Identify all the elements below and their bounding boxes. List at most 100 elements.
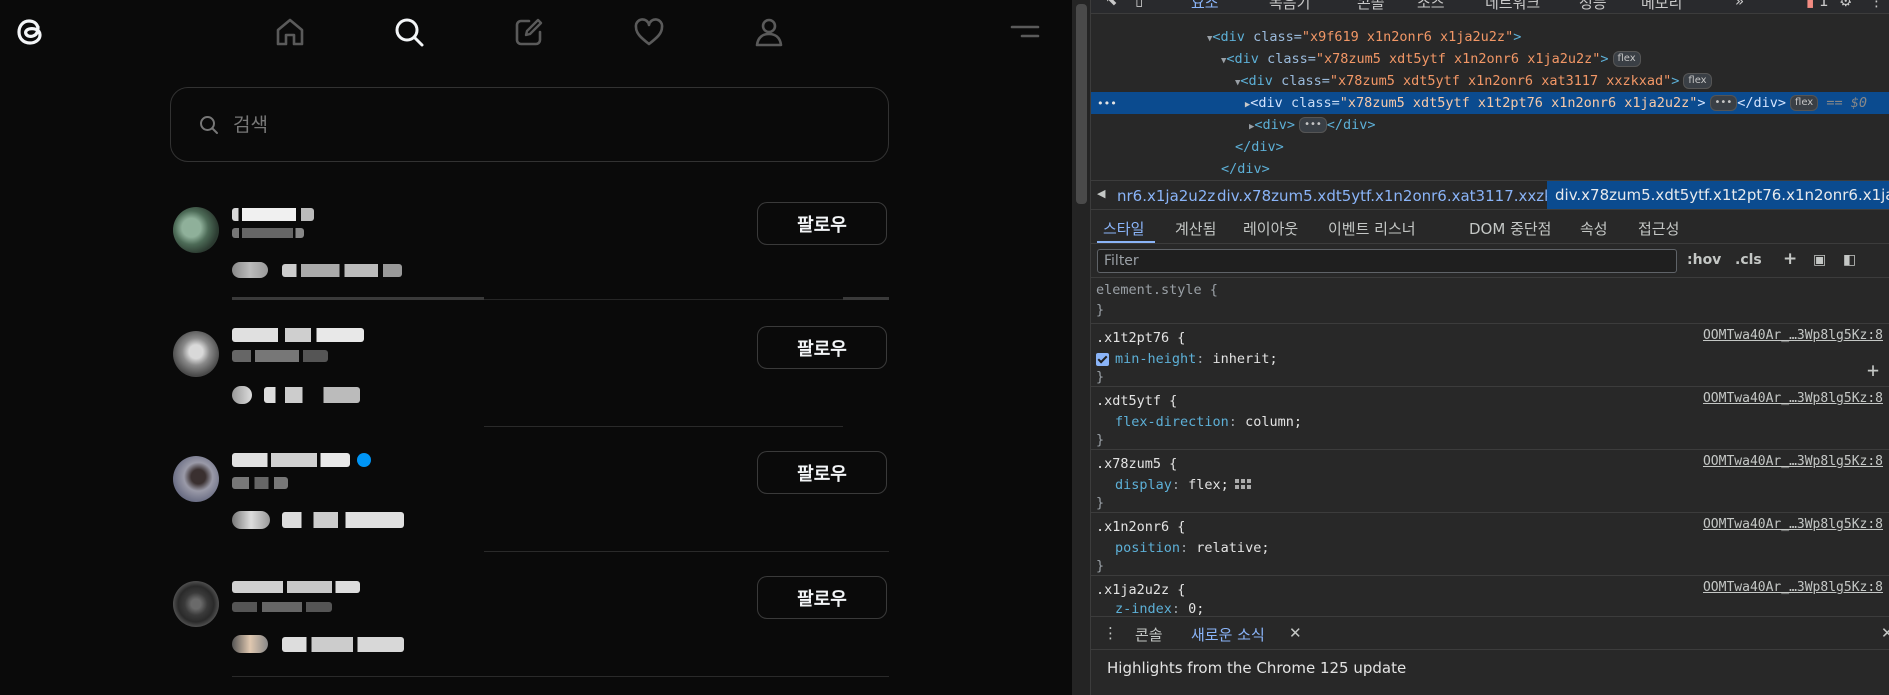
- styles-filter-input[interactable]: [1097, 249, 1677, 273]
- follow-button[interactable]: 팔로우: [757, 326, 887, 369]
- flex-badge[interactable]: flex: [1683, 73, 1712, 89]
- new-style-rule-icon[interactable]: +: [1783, 249, 1797, 269]
- style-rule[interactable]: .x1n2onr6 { OOMTwa40Ar_…3Wp8lg5Kz:8 posi…: [1091, 513, 1889, 576]
- css-property[interactable]: position: [1115, 540, 1180, 556]
- property-checkbox[interactable]: [1096, 352, 1109, 366]
- ellipsis-badge[interactable]: •••: [1299, 117, 1327, 133]
- follow-button[interactable]: 팔로우: [757, 202, 887, 245]
- tab-sources[interactable]: 소스: [1417, 0, 1445, 13]
- css-value[interactable]: 0;: [1188, 601, 1204, 616]
- avatar[interactable]: [173, 207, 219, 253]
- hover-state-toggle[interactable]: :hov: [1687, 252, 1721, 268]
- toggle-sidebar-icon[interactable]: ◧: [1843, 252, 1856, 268]
- row-divider-highlight: [843, 297, 889, 300]
- inspect-icon[interactable]: ⬉: [1105, 0, 1118, 9]
- compose-icon[interactable]: [511, 14, 547, 50]
- tab-network[interactable]: 네트워크: [1485, 0, 1540, 13]
- heart-icon[interactable]: [631, 14, 667, 50]
- breadcrumb-item[interactable]: nr6.x1ja2u2z: [1117, 187, 1215, 205]
- css-value[interactable]: column;: [1245, 414, 1302, 430]
- username-blurred[interactable]: [232, 328, 364, 342]
- tab-performance[interactable]: 성능: [1579, 0, 1607, 13]
- tab-elements[interactable]: 요소: [1191, 0, 1219, 13]
- avatar[interactable]: [173, 456, 219, 502]
- css-value[interactable]: inherit;: [1213, 351, 1278, 367]
- tab-console[interactable]: 콘솔: [1357, 0, 1385, 13]
- styles-pane[interactable]: element.style { } .x1t2pt76 { OOMTwa40Ar…: [1091, 278, 1889, 616]
- page-scrollbar[interactable]: [1072, 0, 1091, 695]
- menu-icon[interactable]: [1010, 22, 1040, 42]
- rule-source-link[interactable]: OOMTwa40Ar_…3Wp8lg5Kz:8: [1703, 454, 1883, 469]
- subtab-event-listeners[interactable]: 이벤트 리스너: [1328, 218, 1416, 239]
- rule-source-link[interactable]: OOMTwa40Ar_…3Wp8lg5Kz:8: [1703, 391, 1883, 406]
- subtab-properties[interactable]: 속성: [1580, 218, 1608, 239]
- follow-button[interactable]: 팔로우: [757, 576, 887, 619]
- css-property[interactable]: flex-direction: [1115, 414, 1229, 430]
- subtab-layout[interactable]: 레이아웃: [1243, 218, 1298, 239]
- dom-node[interactable]: ▼<div class="x9f619 x1n2onr6 x1ja2u2z">: [1091, 26, 1889, 48]
- search-bar[interactable]: [170, 87, 889, 162]
- drawer-tab-whats-new[interactable]: 새로운 소식: [1191, 624, 1265, 645]
- flex-badge[interactable]: flex: [1612, 51, 1641, 67]
- add-property-icon[interactable]: +: [1867, 358, 1879, 382]
- breadcrumb-scroll-left-icon[interactable]: ◀: [1097, 187, 1105, 200]
- search-input[interactable]: [233, 113, 833, 136]
- settings-gear-icon[interactable]: ⚙: [1839, 0, 1852, 10]
- rule-source-link[interactable]: OOMTwa40Ar_…3Wp8lg5Kz:8: [1703, 580, 1883, 595]
- style-rule[interactable]: .x1t2pt76 { OOMTwa40Ar_…3Wp8lg5Kz:8 min-…: [1091, 324, 1889, 387]
- css-value[interactable]: relative;: [1196, 540, 1269, 556]
- style-rule[interactable]: .xdt5ytf { OOMTwa40Ar_…3Wp8lg5Kz:8 flex-…: [1091, 387, 1889, 450]
- close-tab-icon[interactable]: ✕: [1289, 624, 1302, 642]
- whats-new-message[interactable]: Highlights from the Chrome 125 update: [1107, 659, 1406, 677]
- search-icon[interactable]: [391, 14, 427, 50]
- tab-memory[interactable]: 메모리: [1641, 0, 1682, 13]
- dom-node[interactable]: ▼<div class="x78zum5 xdt5ytf x1n2onr6 xa…: [1091, 70, 1889, 92]
- ellipsis-badge[interactable]: •••: [1709, 95, 1738, 111]
- threads-logo-icon[interactable]: [13, 12, 49, 52]
- style-rule[interactable]: .x78zum5 { OOMTwa40Ar_…3Wp8lg5Kz:8 displ…: [1091, 450, 1889, 513]
- breadcrumb-item[interactable]: div.x78zum5.xdt5ytf.x1n2onr6.xat3117.xxz…: [1217, 187, 1580, 205]
- issues-badge[interactable]: ▮ 1: [1806, 0, 1829, 10]
- username-blurred[interactable]: [232, 453, 350, 467]
- subtab-accessibility[interactable]: 접근성: [1638, 218, 1679, 239]
- css-property[interactable]: min-height: [1115, 351, 1196, 367]
- list-item[interactable]: 팔로우: [170, 316, 889, 441]
- scrollbar-thumb[interactable]: [1076, 4, 1087, 204]
- list-item[interactable]: 팔로우: [170, 566, 889, 691]
- style-rule[interactable]: .x1ja2u2z { OOMTwa40Ar_…3Wp8lg5Kz:8 z-in…: [1091, 576, 1889, 616]
- tab-recorder[interactable]: 녹음기: [1269, 0, 1310, 13]
- follow-button[interactable]: 팔로우: [757, 451, 887, 494]
- dom-node-actions-icon[interactable]: •••: [1097, 97, 1117, 110]
- more-options-icon[interactable]: ⋮: [1869, 0, 1884, 10]
- profile-icon[interactable]: [751, 14, 787, 50]
- class-toggle[interactable]: .cls: [1735, 252, 1762, 268]
- rule-source-link[interactable]: OOMTwa40Ar_…3Wp8lg5Kz:8: [1703, 517, 1883, 532]
- breadcrumb-item-active[interactable]: div.x78zum5.xdt5ytf.x1t2pt76.x1n2onr6.x1…: [1547, 181, 1889, 209]
- home-icon[interactable]: [272, 14, 308, 50]
- drawer-menu-icon[interactable]: ⋮: [1103, 624, 1118, 642]
- close-drawer-icon[interactable]: ✕: [1881, 624, 1889, 642]
- drawer-tab-console[interactable]: 콘솔: [1135, 624, 1163, 645]
- css-property[interactable]: z-index: [1115, 601, 1172, 616]
- flex-badge[interactable]: flex: [1790, 95, 1819, 111]
- flexbox-editor-icon[interactable]: [1234, 479, 1251, 491]
- avatar[interactable]: [173, 331, 219, 377]
- subtab-dom-breakpoints[interactable]: DOM 중단점: [1469, 218, 1551, 239]
- subtab-styles[interactable]: 스타일: [1103, 218, 1144, 239]
- dom-node[interactable]: ▼<div class="x78zum5 xdt5ytf x1n2onr6 x1…: [1091, 48, 1889, 70]
- more-tabs-icon[interactable]: »: [1735, 0, 1744, 10]
- elements-tree[interactable]: ▼<div class="x9f619 x1n2onr6 x1ja2u2z"> …: [1091, 14, 1889, 180]
- avatar[interactable]: [173, 581, 219, 627]
- css-value[interactable]: flex;: [1188, 477, 1229, 493]
- device-toolbar-icon[interactable]: ▯: [1135, 0, 1143, 9]
- paint-brush-icon[interactable]: ▣: [1813, 252, 1826, 268]
- subtab-computed[interactable]: 계산됨: [1175, 218, 1216, 239]
- css-property[interactable]: display: [1115, 477, 1172, 493]
- list-item[interactable]: 팔로우: [170, 441, 889, 566]
- dom-node-selected[interactable]: ••• ▶<div class="x78zum5 xdt5ytf x1t2pt76…: [1091, 92, 1889, 114]
- dom-node[interactable]: ▶<div> ••• </div>: [1091, 114, 1889, 136]
- username-blurred[interactable]: [232, 208, 314, 221]
- element-style-rule[interactable]: element.style { }: [1091, 278, 1889, 324]
- username-blurred[interactable]: [232, 581, 360, 593]
- rule-source-link[interactable]: OOMTwa40Ar_…3Wp8lg5Kz:8: [1703, 328, 1883, 343]
